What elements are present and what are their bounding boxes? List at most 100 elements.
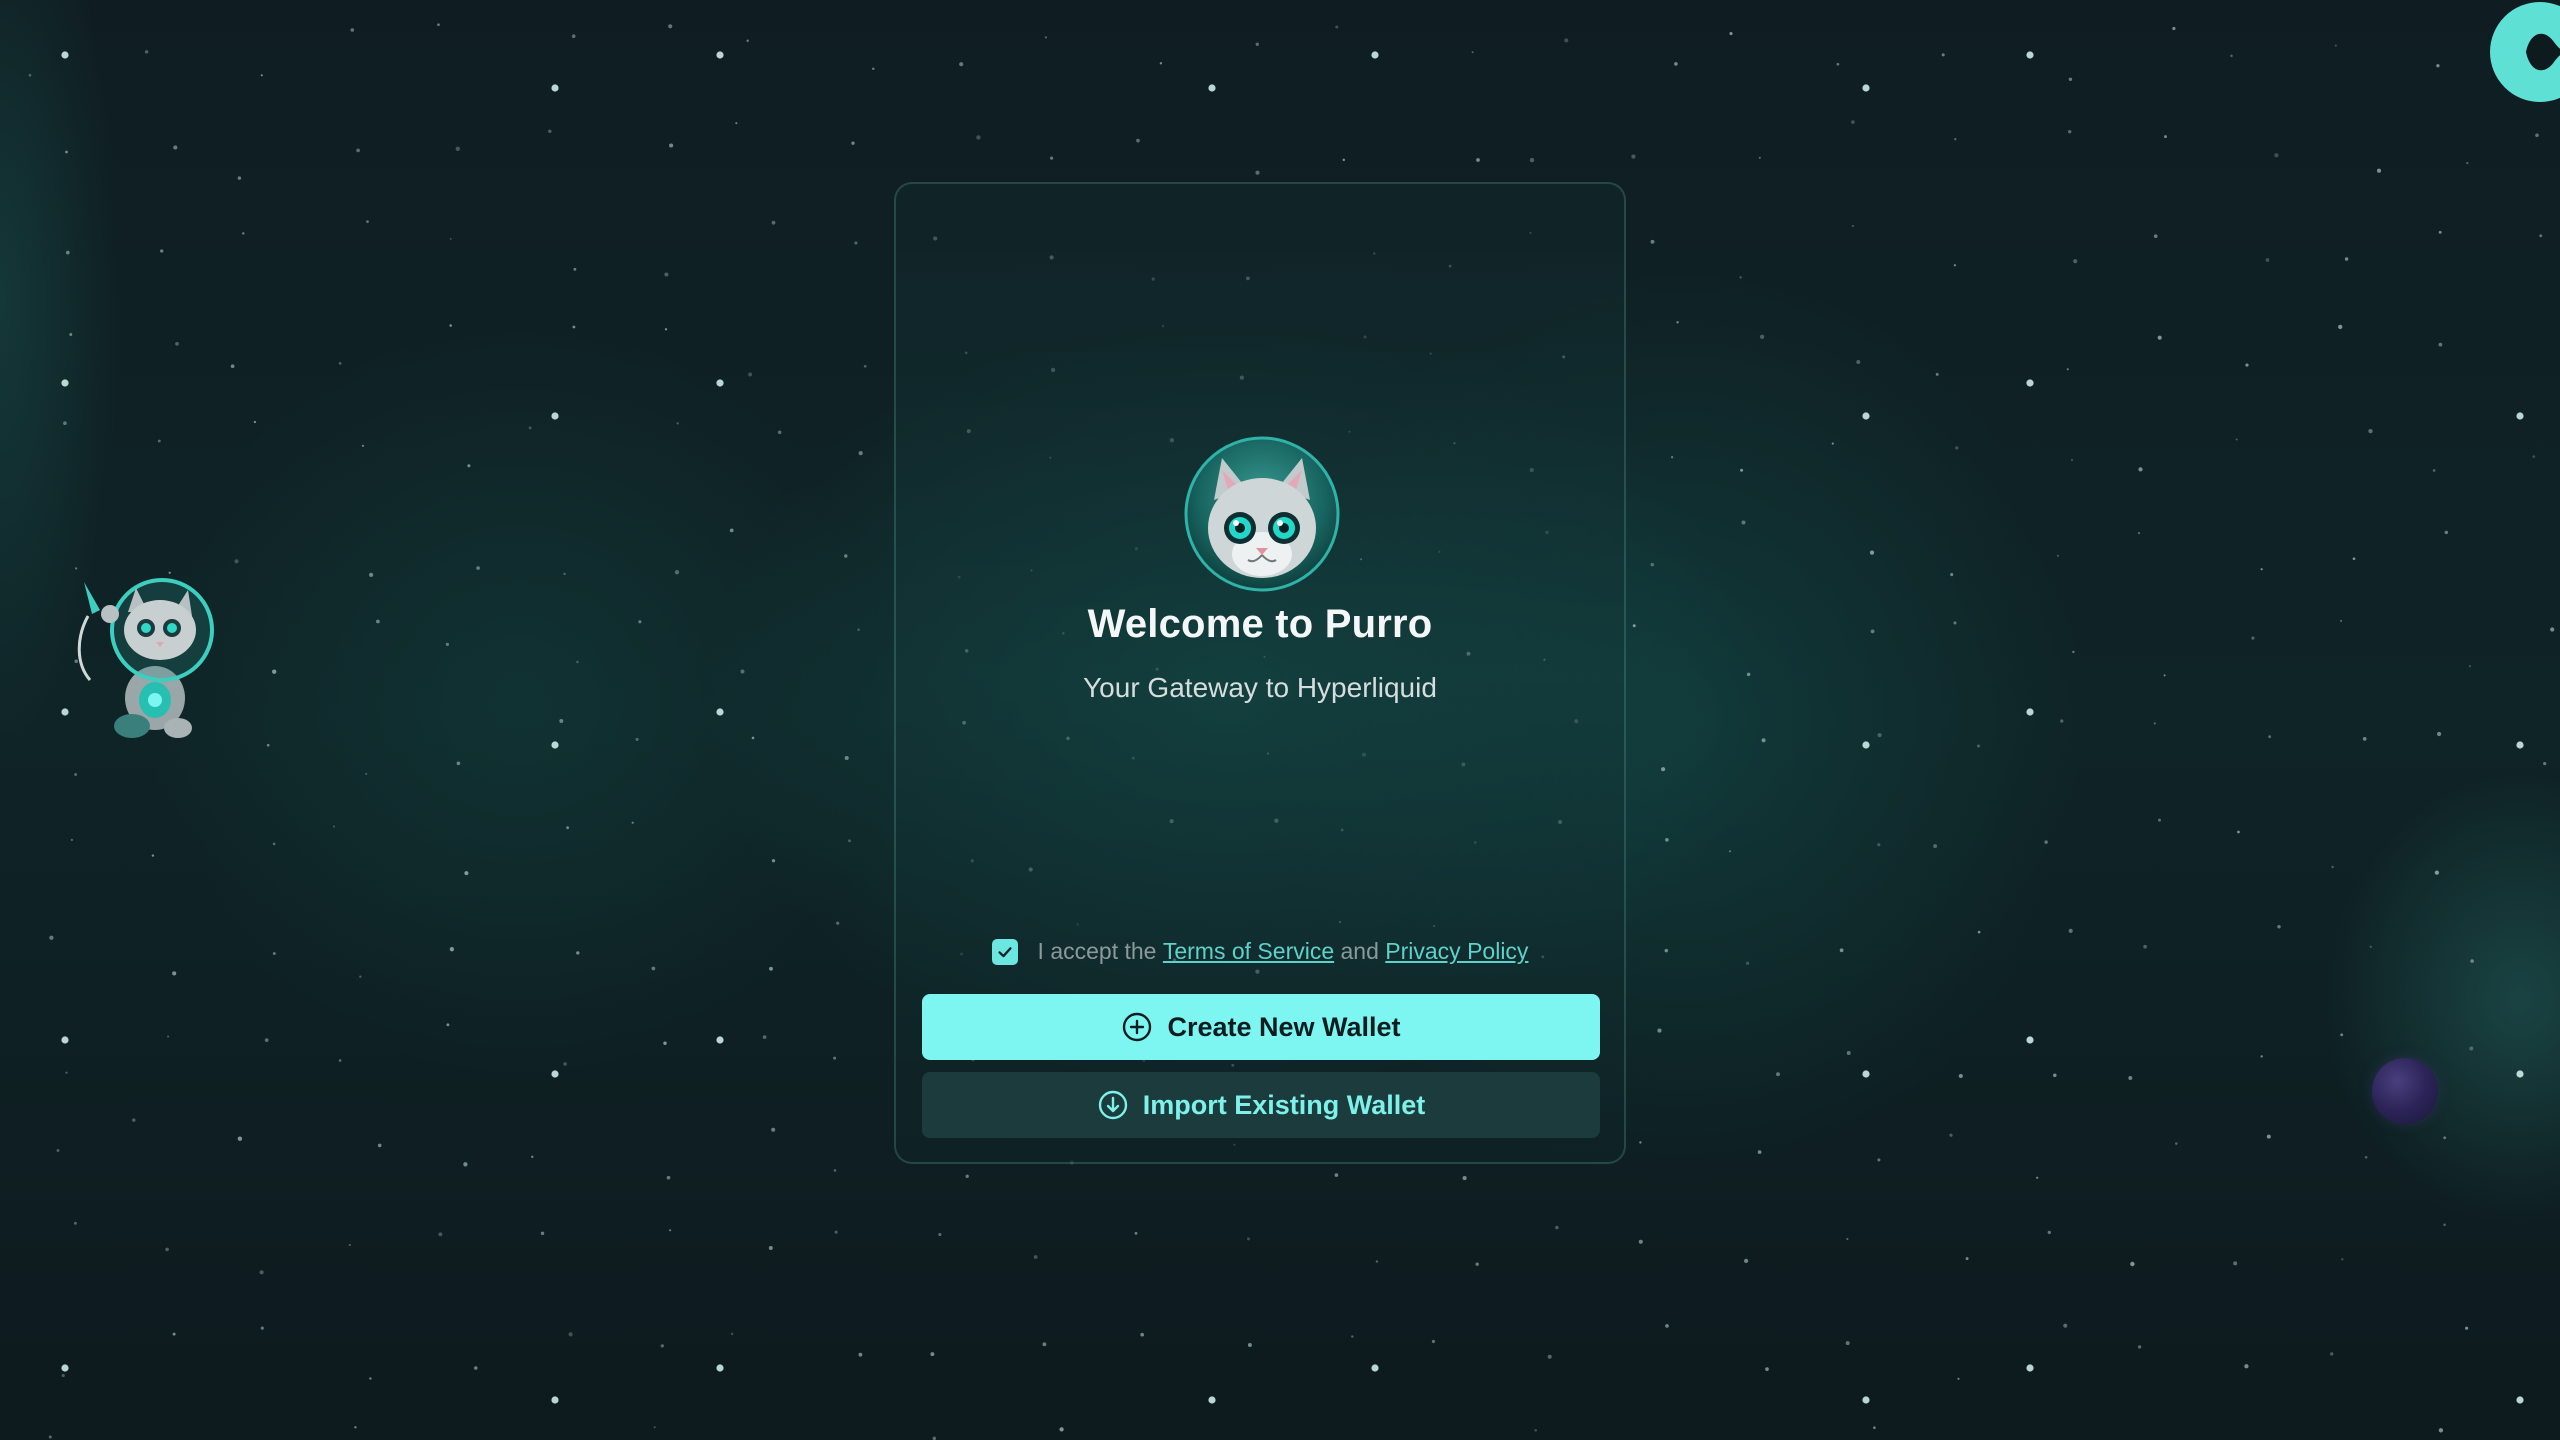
star [2244, 1364, 2249, 1369]
star [746, 39, 749, 42]
star [1965, 1257, 1969, 1261]
star [2157, 335, 2162, 340]
star [1729, 32, 1733, 36]
bright-star [61, 51, 69, 59]
star [1140, 1332, 1145, 1337]
star [61, 1373, 65, 1378]
star [369, 1377, 372, 1380]
star [676, 422, 679, 425]
star [1676, 321, 1679, 324]
star [1476, 158, 1480, 162]
star [769, 966, 773, 971]
star [1674, 62, 1678, 66]
star [631, 821, 634, 824]
import-wallet-button[interactable]: Import Existing Wallet [922, 1072, 1600, 1138]
star [1431, 1339, 1435, 1344]
star [1954, 137, 1957, 141]
star [272, 842, 276, 846]
page-subtitle: Your Gateway to Hyperliquid [1083, 672, 1437, 703]
star [1564, 38, 1569, 43]
star [1740, 468, 1744, 472]
star [2369, 945, 2372, 948]
star [2539, 234, 2543, 238]
star [2432, 469, 2436, 472]
star [1839, 948, 1844, 953]
star [2068, 130, 2072, 134]
star [264, 1038, 269, 1042]
star [1856, 360, 1861, 364]
privacy-policy-link[interactable]: Privacy Policy [1385, 938, 1528, 965]
star [446, 1023, 450, 1027]
bright-star [2516, 412, 2524, 420]
purro-cat-logo-icon [1184, 436, 1340, 592]
star [354, 1426, 357, 1429]
star [1033, 1255, 1038, 1259]
star [1639, 1141, 1642, 1144]
star [2260, 1055, 2263, 1058]
star [1977, 744, 1980, 748]
bright-star [551, 741, 559, 749]
bright-star [716, 1364, 724, 1372]
bright-star [716, 1036, 724, 1044]
star [638, 620, 642, 624]
star [1935, 372, 1939, 376]
star [1342, 158, 1346, 162]
star [1845, 1341, 1850, 1346]
star [669, 143, 674, 148]
bright-star [1862, 741, 1870, 749]
star [729, 528, 734, 533]
star [1746, 961, 1750, 965]
star [938, 1232, 942, 1237]
star [1475, 1262, 1479, 1266]
star [858, 450, 863, 456]
star [172, 1332, 176, 1336]
star [2338, 324, 2343, 330]
terms-checkbox[interactable] [991, 938, 1018, 965]
star [2438, 1428, 2444, 1433]
bright-star [551, 84, 559, 92]
star [834, 1230, 838, 1234]
star [2066, 368, 2069, 371]
star [668, 24, 673, 29]
star [768, 1246, 773, 1250]
star [1743, 1258, 1749, 1264]
star [1739, 276, 1742, 279]
star [1375, 1260, 1379, 1263]
star [65, 1071, 68, 1074]
star [1638, 1239, 1643, 1244]
star [1957, 1377, 1960, 1380]
star [230, 364, 235, 369]
star [751, 736, 755, 740]
star [872, 67, 875, 71]
star [332, 825, 336, 828]
star [1873, 1426, 1876, 1429]
star [1765, 1367, 1769, 1371]
star [1949, 1133, 1953, 1137]
terms-acceptance: I accept the Terms of Service and Privac… [896, 938, 1624, 965]
star [566, 826, 569, 830]
bright-star [716, 51, 724, 59]
star [740, 669, 745, 674]
star [348, 1243, 351, 1247]
star [653, 1426, 656, 1429]
star [1846, 1051, 1851, 1055]
star [2376, 168, 2382, 173]
hyperliquid-logo-icon[interactable] [2490, 2, 2560, 102]
star [2341, 1258, 2344, 1261]
star [2543, 762, 2547, 766]
star [2237, 830, 2240, 834]
star [669, 1229, 672, 1232]
terms-conjunction: and [1340, 938, 1379, 964]
star [965, 1174, 969, 1178]
star [930, 1352, 935, 1357]
star [2344, 257, 2349, 261]
create-wallet-button[interactable]: Create New Wallet [922, 994, 1600, 1060]
bright-star [1862, 412, 1870, 420]
terms-of-service-link[interactable]: Terms of Service [1163, 938, 1334, 965]
checkmark-icon [997, 946, 1012, 957]
star [1761, 738, 1766, 743]
bright-star [1371, 1364, 1379, 1372]
star [1650, 562, 1655, 567]
star [1670, 456, 1674, 459]
star [74, 773, 78, 776]
